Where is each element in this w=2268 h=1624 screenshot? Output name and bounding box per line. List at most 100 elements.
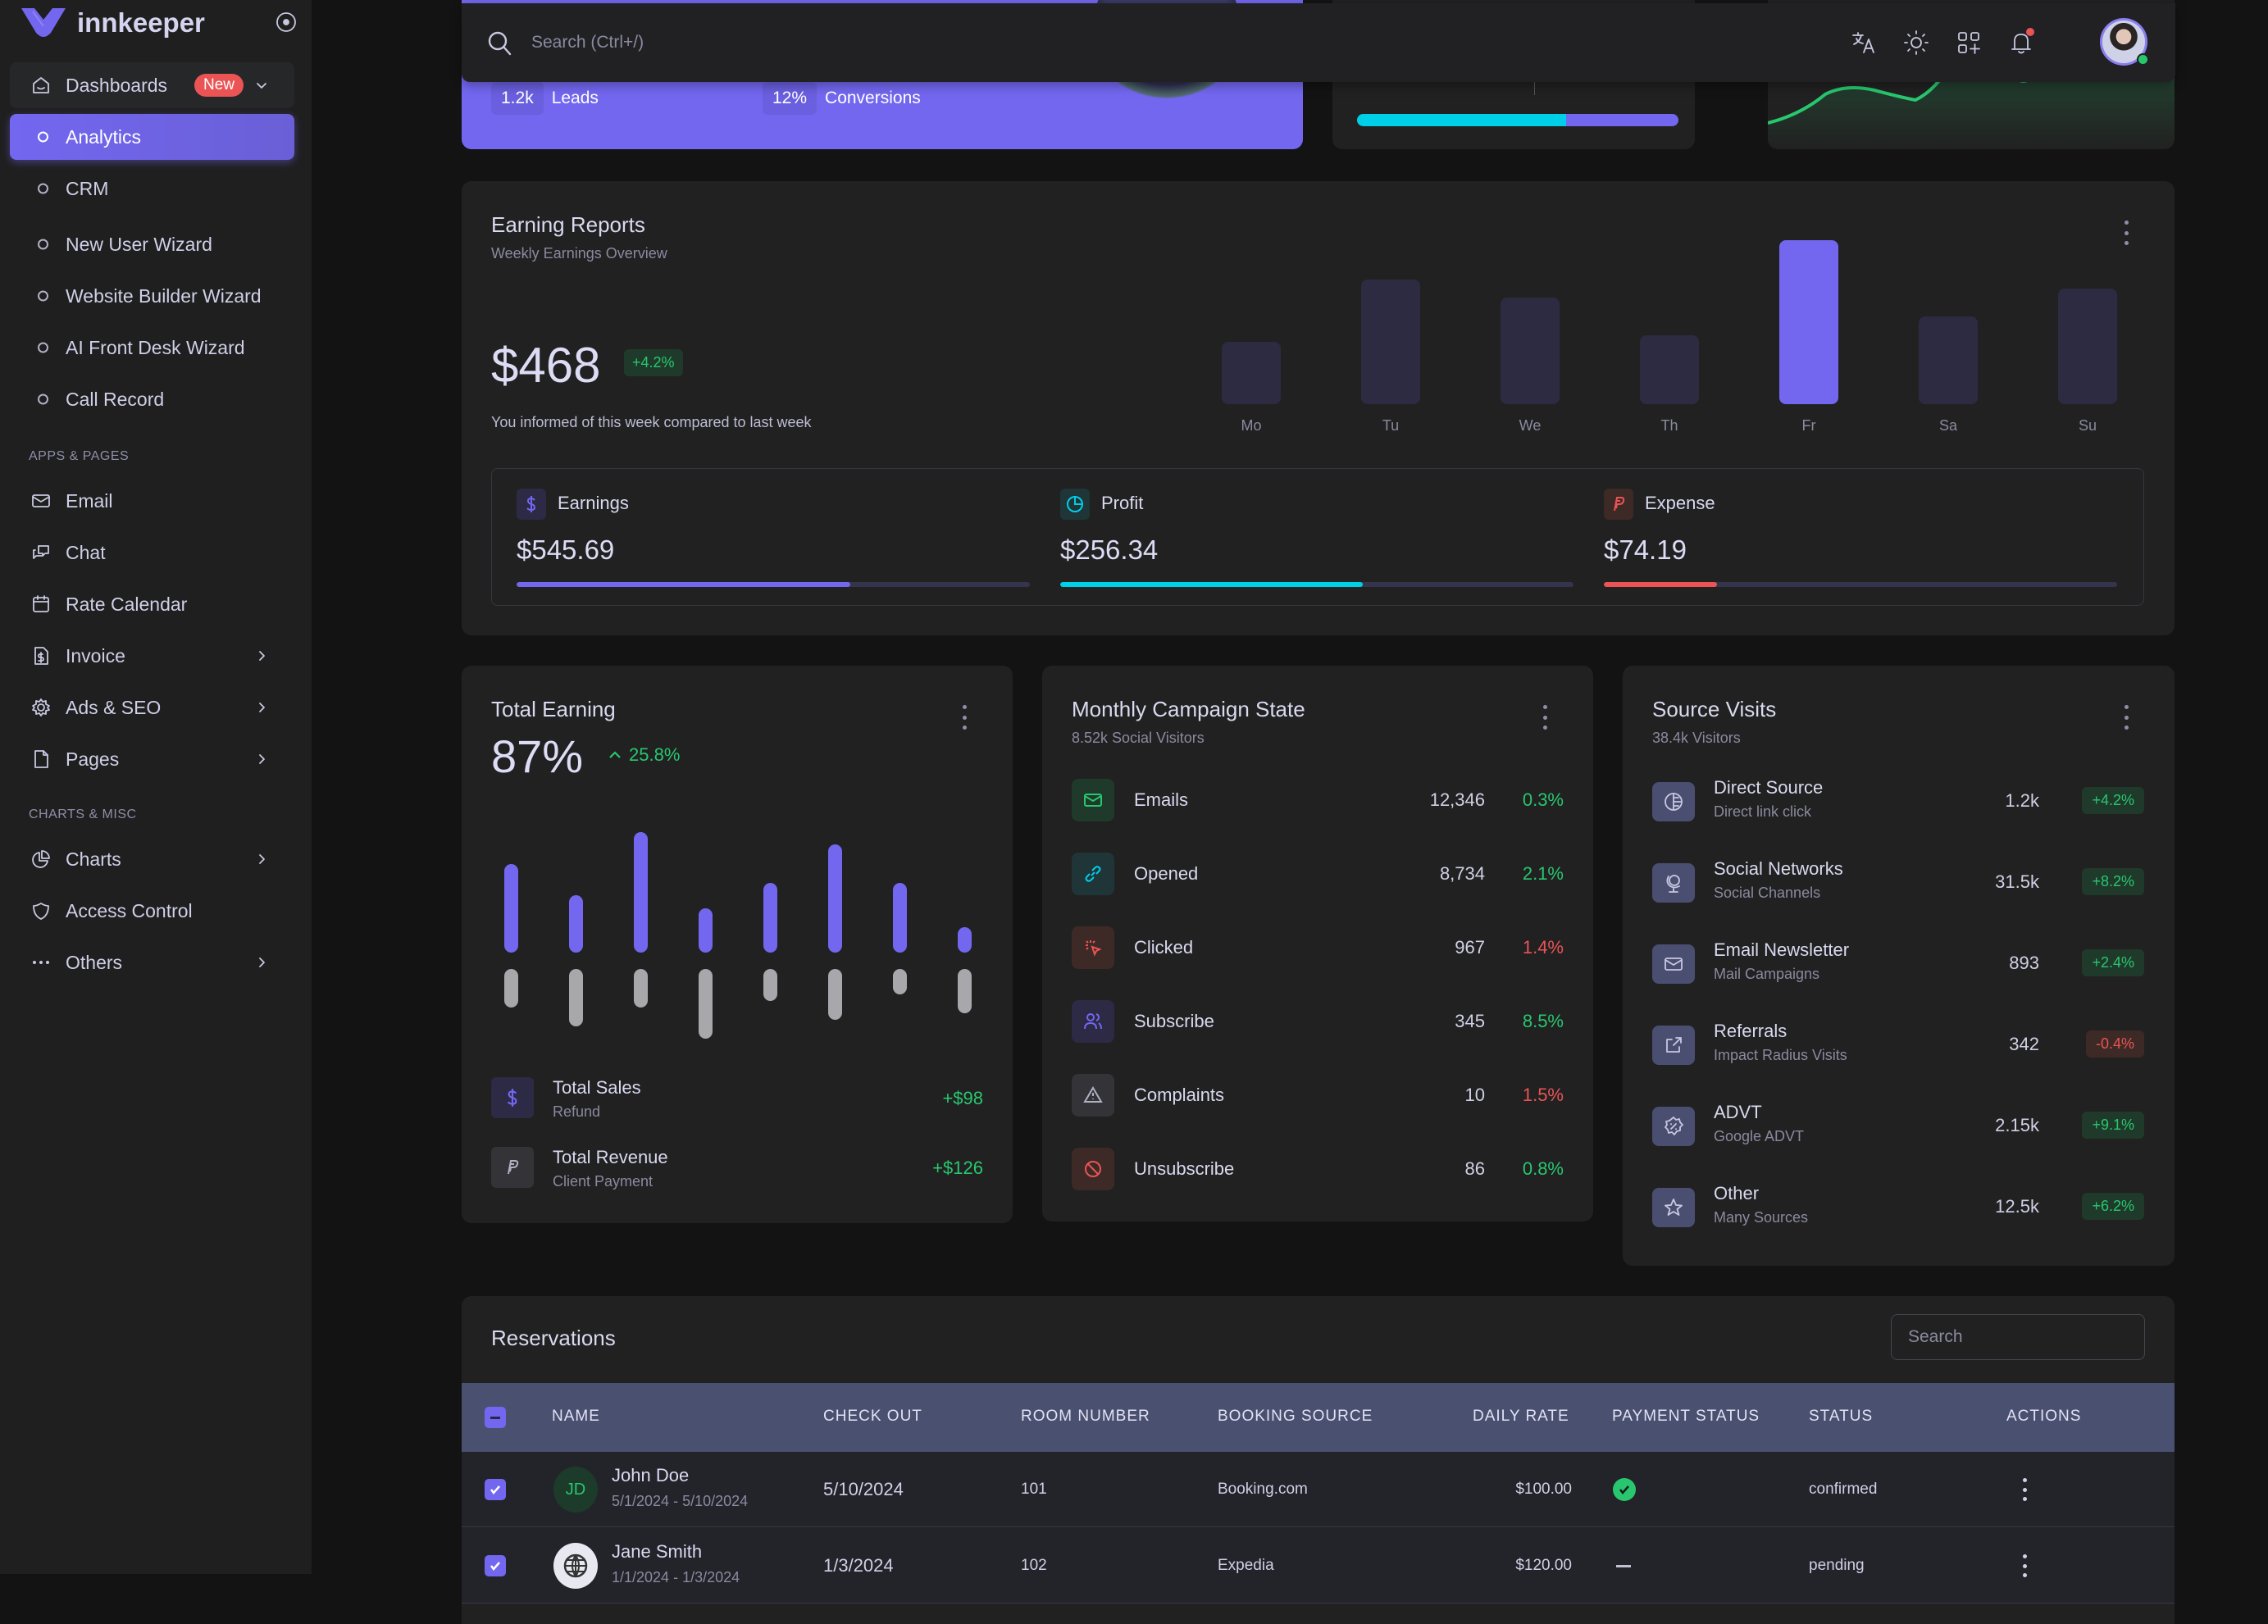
sidebar-item-ai-front-desk-wizard[interactable]: AI Front Desk Wizard [10, 325, 294, 371]
notifications-button[interactable] [2006, 28, 2036, 57]
sidebar-item-label: Dashboards [66, 74, 168, 96]
row-checkbox[interactable] [485, 1555, 506, 1576]
shortcuts-button[interactable] [1954, 28, 1983, 57]
bar-we[interactable] [1501, 298, 1560, 404]
sidebar-item-analytics[interactable]: Analytics [10, 114, 294, 160]
expense-bar[interactable] [828, 969, 842, 1020]
campaign-row: Complaints 10 1.5% [1072, 1074, 1564, 1117]
guest-name[interactable]: John Doe [612, 1465, 689, 1486]
reservation-status: confirmed [1809, 1481, 1878, 1498]
sidebar-item-label: Pages [66, 748, 120, 770]
source-subtitle: Google ADVT [1714, 1128, 1805, 1144]
gear-icon [30, 696, 52, 719]
user-avatar[interactable] [2100, 18, 2149, 66]
bar-mo[interactable] [1222, 341, 1281, 404]
campaign-name: Subscribe [1134, 1011, 1214, 1031]
expense-bar[interactable] [893, 969, 907, 994]
row-value: +$126 [932, 1158, 983, 1178]
navbar [462, 3, 2175, 82]
sidebar-item-others[interactable]: Others [10, 939, 294, 985]
total-revenue-row: Total Revenue Client Payment +$126 [491, 1147, 983, 1191]
bar-tu[interactable] [1361, 279, 1420, 404]
more-options-button[interactable] [960, 705, 968, 730]
theme-toggle-button[interactable] [1901, 28, 1931, 57]
column-header-actions: ACTIONS [2006, 1408, 2082, 1425]
guest-name[interactable]: Jane Smith [612, 1541, 702, 1563]
expense-bar[interactable] [763, 969, 777, 1001]
bar-su[interactable] [2058, 289, 2117, 404]
source-value: 2.15k [1995, 1115, 2039, 1135]
source-row: Email Newsletter Mail Campaigns 893 +2.4… [1652, 939, 2144, 989]
expense-bar[interactable] [569, 969, 583, 1026]
global-search-input[interactable] [531, 28, 1023, 57]
sidebar-item-ads-seo[interactable]: Ads & SEO [10, 685, 294, 730]
source-value: 342 [2009, 1034, 2039, 1054]
row-actions-button[interactable] [2021, 1478, 2028, 1501]
sidebar-item-call-record[interactable]: Call Record [10, 376, 294, 422]
expense-bar[interactable] [504, 969, 518, 1008]
bar-th[interactable] [1640, 335, 1699, 404]
discount-icon [1652, 1107, 1695, 1146]
earning-bar[interactable] [634, 831, 648, 953]
earning-bar[interactable] [569, 895, 583, 953]
earning-bar[interactable] [893, 882, 907, 953]
sidebar-item-chat[interactable]: Chat [10, 530, 294, 575]
metric-earnings: Earnings $545.69 [517, 469, 1030, 607]
sidebar-item-access-control[interactable]: Access Control [10, 888, 294, 934]
earning-bar[interactable] [699, 908, 713, 953]
sidebar-item-charts[interactable]: Charts [10, 836, 294, 882]
sidebar-item-invoice[interactable]: Invoice [10, 633, 294, 679]
chevron-right-icon [259, 703, 265, 712]
source-subtitle: Impact Radius Visits [1714, 1047, 1847, 1063]
chevron-right-icon [259, 754, 265, 764]
select-all-checkbox[interactable] [485, 1407, 506, 1428]
chart-pie-icon [30, 848, 52, 871]
metric-progress-track [517, 582, 1030, 587]
sidebar-pin-button[interactable] [274, 10, 300, 36]
column-header-name[interactable]: NAME [552, 1408, 600, 1426]
indeterminate-icon [490, 1416, 500, 1419]
column-header-status[interactable]: STATUS [1809, 1408, 1873, 1426]
column-header-payment-status[interactable]: PAYMENT STATUS [1612, 1408, 1760, 1426]
column-header-daily-rate[interactable]: DAILY RATE [1473, 1408, 1569, 1426]
table-row[interactable]: JD John Doe 5/1/2024 - 5/10/2024 5/10/20… [462, 1452, 2175, 1527]
brand[interactable]: innkeeper [21, 5, 300, 41]
column-header-booking-source[interactable]: BOOKING SOURCE [1218, 1408, 1373, 1426]
sidebar-item-label: Access Control [66, 899, 193, 921]
earning-bar[interactable] [958, 927, 972, 953]
bar-fr[interactable] [1779, 240, 1838, 404]
sidebar-item-label: Others [66, 951, 123, 973]
earning-bar[interactable] [763, 882, 777, 953]
expense-bar[interactable] [958, 969, 972, 1014]
shield-icon [30, 899, 52, 922]
x-tick-label: Su [2078, 417, 2097, 434]
expense-bar[interactable] [699, 969, 713, 1039]
translate-button[interactable] [1849, 28, 1879, 57]
source-subtitle: Many Sources [1714, 1209, 1809, 1226]
star-icon [1652, 1188, 1695, 1227]
row-checkbox[interactable] [485, 1479, 506, 1500]
column-header-check-out[interactable]: CHECK OUT [823, 1408, 922, 1426]
sidebar-item-email[interactable]: Email [10, 478, 294, 524]
new-badge: New [194, 74, 244, 97]
sidebar-item-dashboards[interactable]: Dashboards New [10, 62, 294, 108]
stay-dates: 1/1/2024 - 1/3/2024 [612, 1569, 740, 1585]
bar-sa[interactable] [1919, 316, 1978, 404]
earning-bar[interactable] [828, 844, 842, 953]
guest-avatar [553, 1543, 598, 1589]
check-icon [490, 1485, 500, 1494]
sidebar-item-rate-calendar[interactable]: Rate Calendar [10, 581, 294, 627]
table-row[interactable]: Jane Smith 1/1/2024 - 1/3/2024 1/3/2024 … [462, 1528, 2175, 1604]
sidebar-item-new-user-wizard[interactable]: New User Wizard [10, 221, 294, 267]
earning-bar[interactable] [504, 863, 518, 953]
sidebar-item-pages[interactable]: Pages [10, 736, 294, 782]
sidebar-item-website-builder-wizard[interactable]: Website Builder Wizard [10, 273, 294, 319]
column-header-room-number[interactable]: ROOM NUMBER [1021, 1408, 1150, 1426]
sidebar-item-label: New User Wizard [66, 233, 212, 255]
expense-bar[interactable] [634, 969, 648, 1008]
sidebar-item-crm[interactable]: CRM [10, 166, 294, 212]
more-options-button[interactable] [1541, 705, 1549, 730]
search-icon[interactable] [486, 30, 514, 57]
reservations-search-input[interactable] [1891, 1314, 2145, 1360]
more-options-button[interactable] [2122, 705, 2130, 730]
